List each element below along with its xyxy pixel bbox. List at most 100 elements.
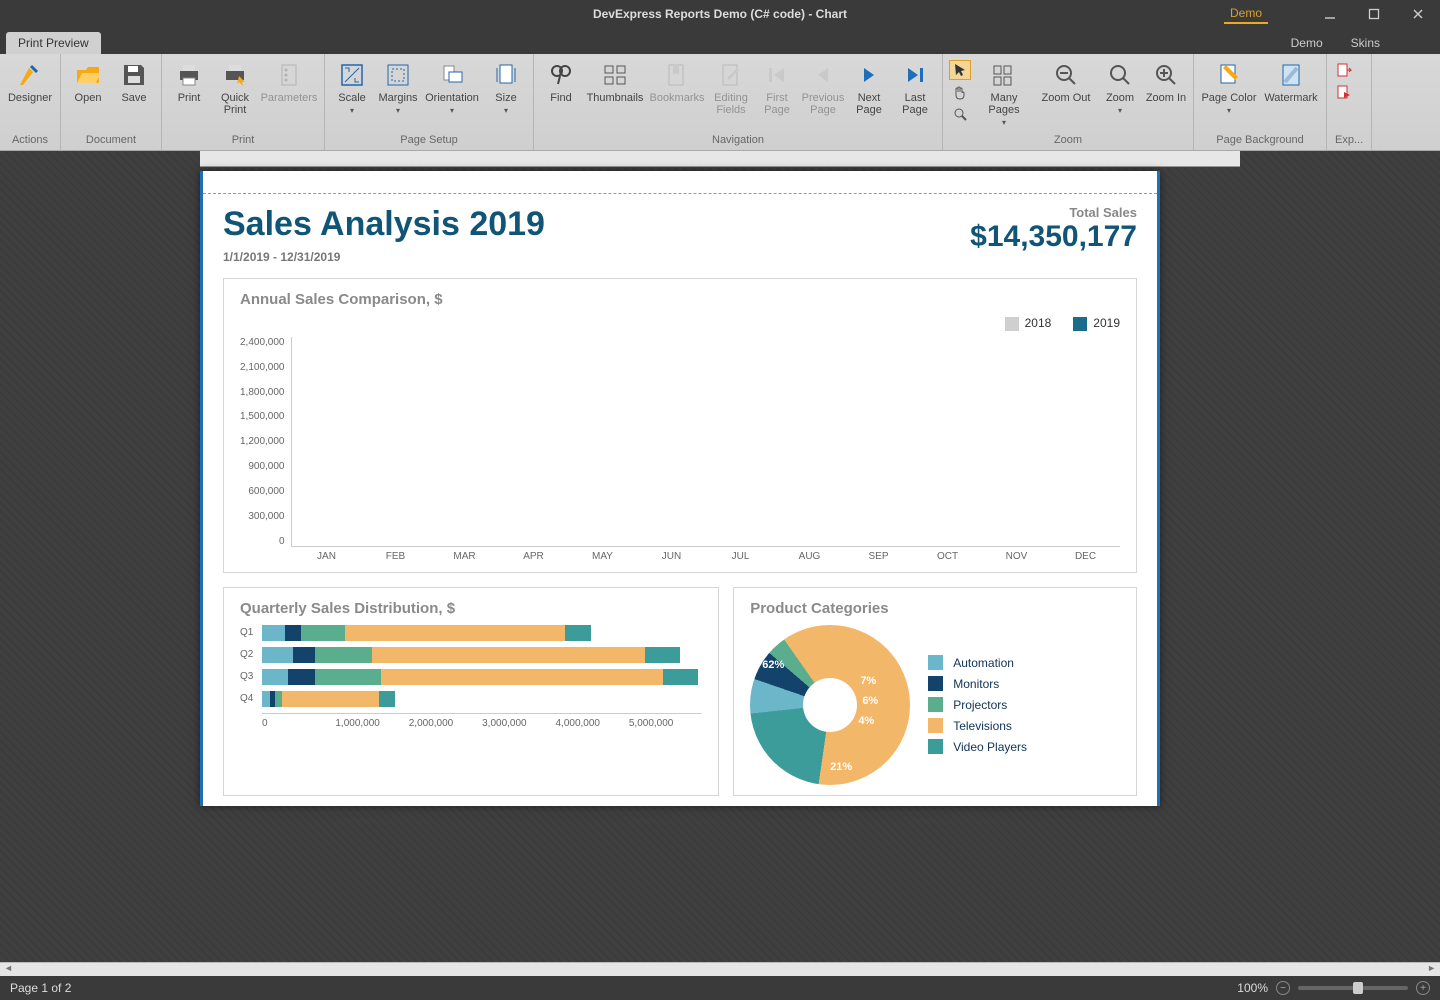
many-pages-button[interactable]: Many Pages▾ [973, 58, 1035, 131]
annual-plot [291, 337, 1121, 547]
zoom-control: 100% − + [1237, 981, 1430, 995]
ribbon-cap-pagesetup: Page Setup [329, 131, 529, 150]
ribbon-cap-export: Exp... [1331, 131, 1367, 150]
orientation-button[interactable]: Orientation▾ [421, 58, 483, 131]
bookmarks-button: Bookmarks [646, 58, 708, 131]
report-page: Sales Analysis 2019 1/1/2019 - 12/31/201… [200, 171, 1160, 806]
open-button[interactable]: Open [65, 58, 111, 131]
close-button[interactable] [1396, 0, 1440, 28]
annual-legend: 2018 2019 [240, 316, 1120, 331]
quarterly-bars: Q1Q2Q3Q4 [240, 625, 702, 707]
page-color-button[interactable]: Page Color▾ [1198, 58, 1260, 131]
ribbon-cap-document: Document [65, 131, 157, 150]
zoom-button[interactable]: Zoom▾ [1097, 58, 1143, 131]
bookmarks-icon [662, 60, 692, 90]
first-page-icon [762, 60, 792, 90]
watermark-button[interactable]: Watermark [1260, 58, 1322, 131]
export-to-button[interactable] [1333, 60, 1355, 80]
annual-x-axis: JANFEBMARAPRMAYJUNJULAUGSEPOCTNOVDEC [292, 547, 1120, 562]
tab-print-preview[interactable]: Print Preview [6, 32, 101, 54]
tab-skins[interactable]: Skins [1351, 36, 1380, 50]
save-button[interactable]: Save [111, 58, 157, 131]
zoom-out-button[interactable]: Zoom Out [1035, 58, 1097, 131]
horizontal-scrollbar[interactable] [0, 962, 1440, 976]
size-button[interactable]: Size▾ [483, 58, 529, 131]
annual-sales-panel: Annual Sales Comparison, $ 2018 2019 2,4… [223, 278, 1137, 573]
margins-button[interactable]: Margins▾ [375, 58, 421, 131]
margins-icon [383, 60, 413, 90]
zoom-in-button[interactable]: Zoom In [1143, 58, 1189, 131]
hand-tool[interactable] [949, 82, 971, 102]
zoom-icon [1105, 60, 1135, 90]
zoom-out-icon [1051, 60, 1081, 90]
title-bar: DevExpress Reports Demo (C# code) - Char… [0, 0, 1440, 28]
zoom-in-icon [1151, 60, 1181, 90]
ribbon-cap-navigation: Navigation [538, 131, 938, 150]
send-button[interactable] [1333, 82, 1355, 102]
orientation-icon [437, 60, 467, 90]
page-color-icon [1214, 60, 1244, 90]
zoom-slider[interactable] [1298, 986, 1408, 990]
parameters-button: Parameters [258, 58, 320, 131]
designer-button[interactable]: Designer [4, 58, 56, 131]
status-zoom-value: 100% [1237, 981, 1268, 995]
parameters-icon [274, 60, 304, 90]
workspace[interactable]: Sales Analysis 2019 1/1/2019 - 12/31/201… [0, 151, 1440, 962]
quick-print-icon [220, 60, 250, 90]
annual-y-axis: 2,400,0002,100,0001,800,0001,500,0001,20… [240, 337, 291, 547]
categories-title: Product Categories [750, 600, 1120, 617]
scale-button[interactable]: Scale▾ [329, 58, 375, 131]
status-bar: Page 1 of 2 100% − + [0, 976, 1440, 1000]
pointer-tools-group [947, 58, 973, 131]
minimize-button[interactable] [1308, 0, 1352, 28]
donut-chart: 62% 21% 7% 6% 4% [750, 625, 910, 785]
find-icon [546, 60, 576, 90]
ribbon-cap-pagebg: Page Background [1198, 131, 1322, 150]
quarterly-title: Quarterly Sales Distribution, $ [240, 600, 702, 617]
horizontal-ruler [200, 151, 1240, 167]
magnifier-tool[interactable] [949, 104, 971, 124]
first-page-button: First Page [754, 58, 800, 131]
report-daterange: 1/1/2019 - 12/31/2019 [223, 250, 545, 264]
ribbon-cap-print: Print [166, 131, 320, 150]
thumbnails-button[interactable]: Thumbnails [584, 58, 646, 131]
quarterly-panel: Quarterly Sales Distribution, $ Q1Q2Q3Q4… [223, 587, 719, 796]
open-icon [73, 60, 103, 90]
report-title: Sales Analysis 2019 [223, 205, 545, 244]
ribbon: Designer Actions Open Save Document Prin… [0, 54, 1440, 151]
editing-icon [716, 60, 746, 90]
pointer-tool[interactable] [949, 60, 971, 80]
annual-sales-title: Annual Sales Comparison, $ [240, 291, 1120, 308]
last-page-button[interactable]: Last Page [892, 58, 938, 131]
quick-print-button[interactable]: Quick Print [212, 58, 258, 131]
tab-row: Print Preview Demo Skins [0, 28, 1440, 54]
print-button[interactable]: Print [166, 58, 212, 131]
total-sales-label: Total Sales [970, 205, 1137, 220]
next-page-icon [854, 60, 884, 90]
watermark-icon [1276, 60, 1306, 90]
prev-page-button: Previous Page [800, 58, 846, 131]
print-icon [174, 60, 204, 90]
categories-panel: Product Categories 62% 21% 7% 6% 4% Auto… [733, 587, 1137, 796]
tab-demo[interactable]: Demo [1291, 36, 1323, 50]
total-sales-value: $14,350,177 [970, 220, 1137, 254]
categories-legend: AutomationMonitorsProjectorsTelevisionsV… [928, 649, 1027, 760]
last-page-icon [900, 60, 930, 90]
maximize-button[interactable] [1352, 0, 1396, 28]
next-page-button[interactable]: Next Page [846, 58, 892, 131]
scale-icon [337, 60, 367, 90]
prev-page-icon [808, 60, 838, 90]
zoom-plus-button[interactable]: + [1416, 981, 1430, 995]
designer-icon [15, 60, 45, 90]
save-icon [119, 60, 149, 90]
size-icon [491, 60, 521, 90]
ribbon-cap-actions: Actions [4, 131, 56, 150]
many-pages-icon [989, 60, 1019, 90]
quarterly-x-axis: 01,000,0002,000,0003,000,0004,000,0005,0… [262, 713, 702, 729]
editing-fields-button: Editing Fields [708, 58, 754, 131]
demo-label-top[interactable]: Demo [1224, 4, 1268, 24]
thumbnails-icon [600, 60, 630, 90]
zoom-minus-button[interactable]: − [1276, 981, 1290, 995]
ribbon-cap-zoom: Zoom [947, 131, 1189, 150]
find-button[interactable]: Find [538, 58, 584, 131]
